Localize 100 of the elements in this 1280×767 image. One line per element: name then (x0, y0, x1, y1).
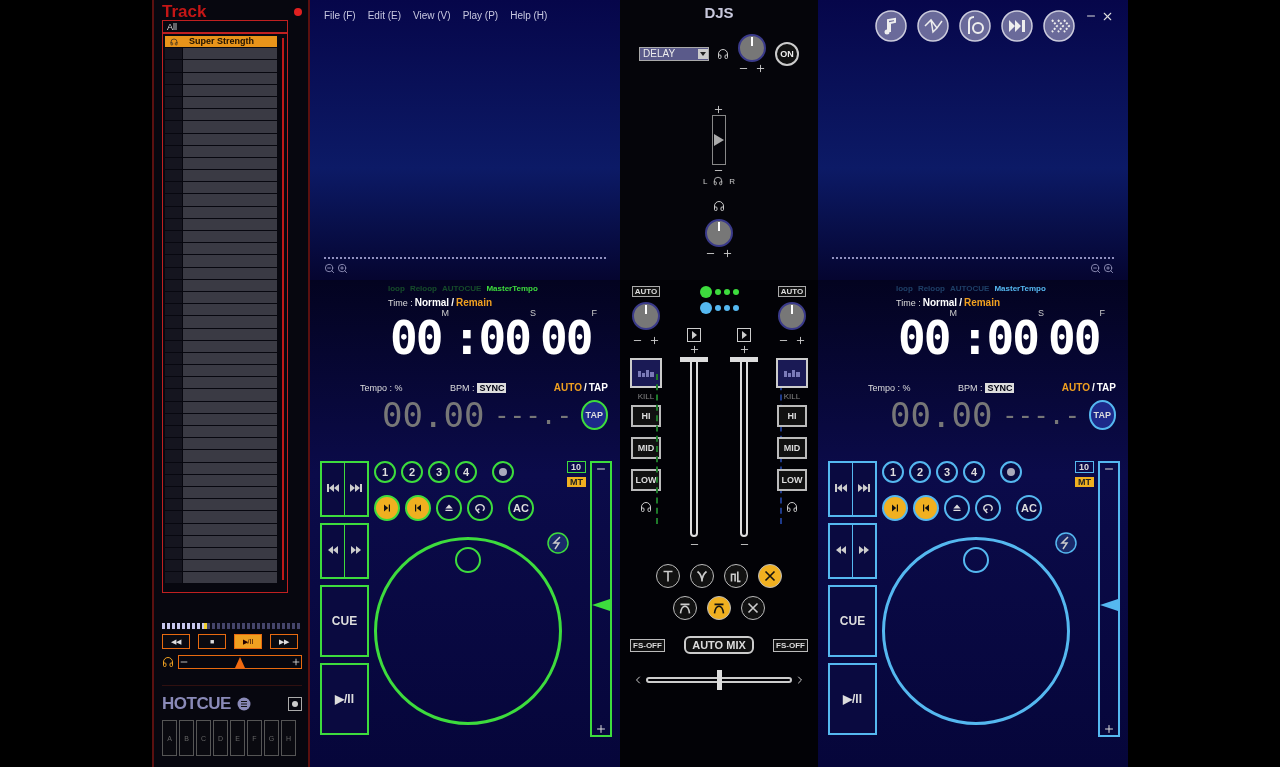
prev-track-button[interactable] (322, 463, 344, 515)
mode-flag[interactable]: MasterTempo (994, 284, 1046, 293)
channel-fader[interactable] (680, 357, 708, 537)
fast-forward-button[interactable] (852, 525, 875, 577)
auto-button[interactable]: AUTO (631, 286, 661, 297)
volume-thumb[interactable] (235, 657, 245, 668)
knob[interactable] (777, 301, 807, 331)
ac-button[interactable]: AC (508, 495, 534, 521)
tap-button[interactable]: TAP (580, 400, 608, 430)
curve-button[interactable] (707, 596, 731, 620)
transport-button[interactable] (913, 495, 939, 521)
pitch-thumb[interactable] (1100, 599, 1118, 611)
menu-item[interactable]: Play (P) (462, 10, 499, 21)
lightning-icon[interactable] (546, 531, 570, 555)
record-button[interactable] (492, 461, 514, 483)
fader-thumb[interactable] (730, 357, 758, 362)
crossfader-thumb[interactable] (717, 670, 722, 690)
eq-kill-button[interactable]: MID (631, 437, 661, 459)
position-bar[interactable] (162, 623, 302, 629)
hotcue-button[interactable]: 1 (882, 461, 904, 483)
eq-kill-button[interactable]: MID (777, 437, 807, 459)
play-icon[interactable] (737, 328, 751, 342)
hotcue-button[interactable]: 4 (455, 461, 477, 483)
play-icon[interactable] (687, 328, 701, 342)
eq-kill-button[interactable]: LOW (631, 469, 661, 491)
eq-kill-button[interactable]: HI (631, 405, 661, 427)
transport-button[interactable] (975, 495, 1001, 521)
menu-item[interactable]: Help (H) (510, 10, 548, 21)
volume-slider[interactable] (178, 655, 302, 669)
sync-button[interactable]: SYNC (985, 382, 1015, 393)
effect-dropdown[interactable]: DELAY (639, 46, 709, 61)
fast-forward-button[interactable] (344, 525, 367, 577)
hotcue-button[interactable]: 4 (963, 461, 985, 483)
plus-icon[interactable] (738, 344, 750, 355)
eq-kill-button[interactable]: LOW (777, 469, 807, 491)
time-mode[interactable]: Remain (963, 297, 1001, 308)
curve-button[interactable] (724, 564, 748, 588)
curve-button[interactable] (741, 596, 765, 620)
auto-button[interactable]: AUTO (777, 286, 807, 297)
next-track-button[interactable] (344, 463, 367, 515)
bpm-mode[interactable]: TAP (1096, 382, 1116, 393)
transport-button[interactable] (882, 495, 908, 521)
cue-button[interactable]: CUE (828, 585, 877, 657)
mt-badge[interactable]: MT (1075, 477, 1094, 487)
crossfader[interactable] (646, 670, 792, 690)
curve-button[interactable] (673, 596, 697, 620)
menu-item[interactable]: View (V) (413, 10, 451, 21)
headphones-icon[interactable] (640, 501, 652, 513)
scrollbar[interactable] (282, 38, 284, 580)
lightning-icon[interactable] (1054, 531, 1078, 555)
hotcue-button[interactable]: 3 (428, 461, 450, 483)
eq-kill-button[interactable]: HI (777, 405, 807, 427)
transport-button[interactable] (467, 495, 493, 521)
master-thumb[interactable] (714, 134, 724, 146)
fader-thumb[interactable] (680, 357, 708, 362)
position-marker[interactable] (204, 623, 207, 629)
knob[interactable] (704, 218, 734, 248)
mode-flag[interactable]: MasterTempo (486, 284, 538, 293)
plus-icon[interactable] (722, 248, 733, 259)
deck-indicator[interactable] (699, 286, 712, 298)
rewind-button[interactable] (322, 525, 344, 577)
pitch-slider[interactable] (1098, 461, 1120, 737)
curve-button[interactable] (690, 564, 714, 588)
headphones-icon[interactable] (713, 200, 725, 212)
bpm-mode[interactable]: TAP (588, 382, 608, 393)
transport-button[interactable] (405, 495, 431, 521)
stop-icon[interactable] (288, 697, 302, 711)
fast-forward-icon[interactable] (1001, 10, 1033, 42)
auto-mix-button[interactable]: AUTO MIX (684, 636, 754, 654)
headphones-icon[interactable] (717, 47, 729, 60)
time-mode[interactable]: Normal (922, 297, 958, 308)
knob[interactable] (737, 33, 767, 63)
zoom-out-icon[interactable] (324, 263, 335, 274)
list-icon[interactable] (236, 697, 251, 711)
deck-indicator[interactable] (699, 302, 712, 314)
hotcue-button[interactable]: 3 (936, 461, 958, 483)
record-icon[interactable] (294, 8, 302, 16)
hotcue-button[interactable]: 2 (401, 461, 423, 483)
menu-item[interactable]: File (F) (324, 10, 356, 21)
zoom-in-icon[interactable] (337, 263, 348, 274)
network-icon[interactable] (917, 10, 949, 42)
fs-button[interactable]: FS-OFF (773, 638, 808, 652)
transport-button[interactable] (944, 495, 970, 521)
transport-button[interactable] (436, 495, 462, 521)
time-mode[interactable]: Remain (455, 297, 493, 308)
cue-button[interactable]: CUE (320, 585, 369, 657)
plus-icon[interactable] (755, 63, 766, 74)
filter-button[interactable] (776, 358, 808, 388)
headphones-icon[interactable] (786, 501, 798, 513)
prev-track-button[interactable] (830, 463, 852, 515)
plus-icon[interactable] (688, 344, 700, 355)
next-track-button[interactable] (852, 463, 875, 515)
hotcue-button[interactable]: 2 (909, 461, 931, 483)
time-mode[interactable]: Normal (414, 297, 450, 308)
sync-button[interactable]: SYNC (477, 382, 507, 393)
zoom-in-icon[interactable] (1103, 263, 1114, 274)
filter-button[interactable] (630, 358, 662, 388)
transport-button[interactable] (374, 495, 400, 521)
ac-button[interactable]: AC (1016, 495, 1042, 521)
hotcue-button[interactable]: 1 (374, 461, 396, 483)
